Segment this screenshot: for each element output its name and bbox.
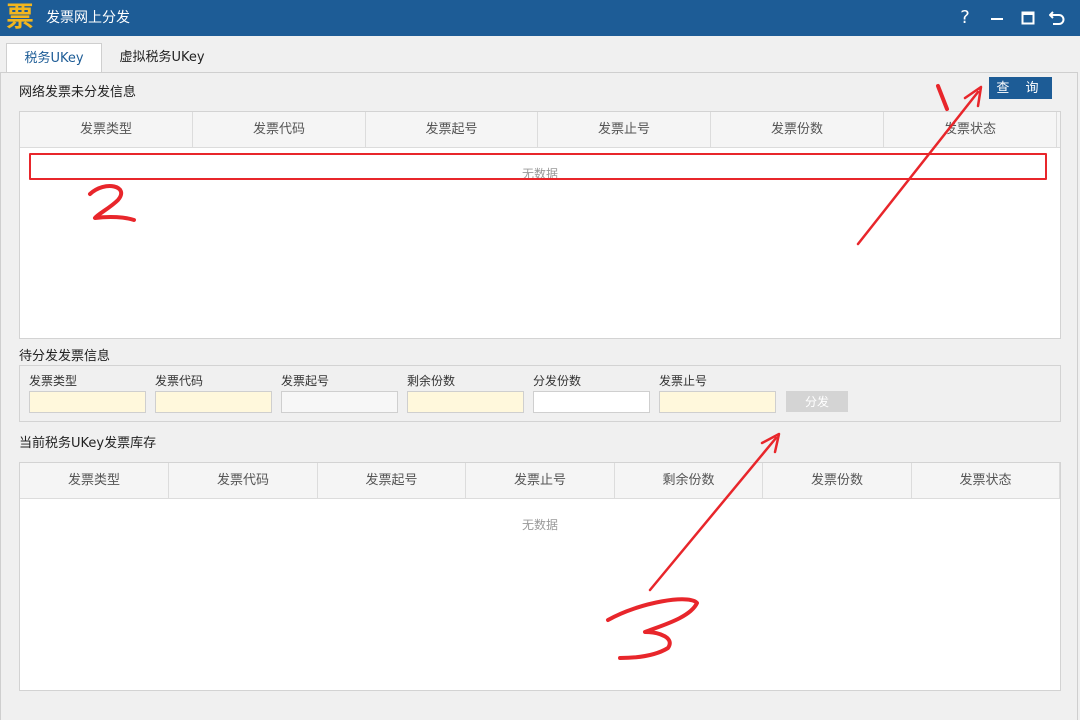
- maximize-icon[interactable]: [1014, 2, 1042, 34]
- stock-grid-header: 发票类型 发票代码 发票起号 发票止号 剩余份数 发票份数 发票状态: [20, 463, 1060, 499]
- pending-form: 发票类型 发票代码 发票起号 剩余份数 分发份数 发票止号 分发: [19, 365, 1061, 422]
- column-header[interactable]: 发票份数: [711, 112, 884, 147]
- field-label-end-number: 发票止号: [659, 374, 708, 388]
- online-empty-text: 无数据: [521, 167, 558, 181]
- tab-virtual-tax-ukey[interactable]: 虚拟税务UKey: [112, 43, 212, 72]
- minimize-icon[interactable]: [983, 2, 1011, 34]
- distribute-count-field[interactable]: [533, 391, 650, 413]
- field-label-invoice-type: 发票类型: [29, 374, 78, 388]
- field-label-remaining-count: 剩余份数: [407, 374, 456, 388]
- online-section-title: 网络发票未分发信息: [19, 85, 137, 100]
- column-header[interactable]: 剩余份数: [615, 463, 763, 498]
- window-title: 发票网上分发: [46, 10, 130, 26]
- title-bar: 票 发票网上分发 ?: [0, 0, 1080, 36]
- help-icon[interactable]: ?: [951, 2, 979, 34]
- column-header[interactable]: 发票止号: [538, 112, 711, 147]
- column-header[interactable]: 发票状态: [884, 112, 1057, 147]
- stock-invoice-grid: 发票类型 发票代码 发票起号 发票止号 剩余份数 发票份数 发票状态 无数据: [19, 462, 1061, 691]
- column-header[interactable]: 发票代码: [169, 463, 318, 498]
- online-grid-header: 发票类型 发票代码 发票起号 发票止号 发票份数 发票状态: [20, 112, 1060, 148]
- stock-empty-text: 无数据: [521, 518, 558, 532]
- tab-bar: 税务UKey 虚拟税务UKey: [0, 36, 1080, 72]
- field-label-distribute-count: 分发份数: [533, 374, 582, 388]
- stock-section-title: 当前税务UKey发票库存: [19, 436, 157, 451]
- column-header[interactable]: 发票份数: [763, 463, 912, 498]
- field-label-start-number: 发票起号: [281, 374, 330, 388]
- column-header[interactable]: 发票类型: [20, 463, 169, 498]
- field-label-invoice-code: 发票代码: [155, 374, 204, 388]
- end-number-field[interactable]: [659, 391, 776, 413]
- restore-icon[interactable]: [1043, 2, 1071, 34]
- column-header[interactable]: 发票起号: [366, 112, 538, 147]
- start-number-field[interactable]: [281, 391, 398, 413]
- app-logo-icon: 票: [6, 2, 34, 33]
- pending-section-title: 待分发发票信息: [19, 349, 111, 364]
- distribute-button[interactable]: 分发: [786, 391, 848, 412]
- query-button[interactable]: 查 询: [989, 77, 1052, 99]
- invoice-code-field[interactable]: [155, 391, 272, 413]
- column-header[interactable]: 发票止号: [466, 463, 615, 498]
- online-invoice-grid: 发票类型 发票代码 发票起号 发票止号 发票份数 发票状态 无数据: [19, 111, 1061, 339]
- column-header[interactable]: 发票起号: [318, 463, 466, 498]
- invoice-type-field[interactable]: [29, 391, 146, 413]
- remaining-count-field[interactable]: [407, 391, 524, 413]
- column-header[interactable]: 发票状态: [912, 463, 1060, 498]
- column-header[interactable]: 发票类型: [20, 112, 193, 147]
- column-header[interactable]: 发票代码: [193, 112, 366, 147]
- tab-tax-ukey[interactable]: 税务UKey: [6, 43, 102, 72]
